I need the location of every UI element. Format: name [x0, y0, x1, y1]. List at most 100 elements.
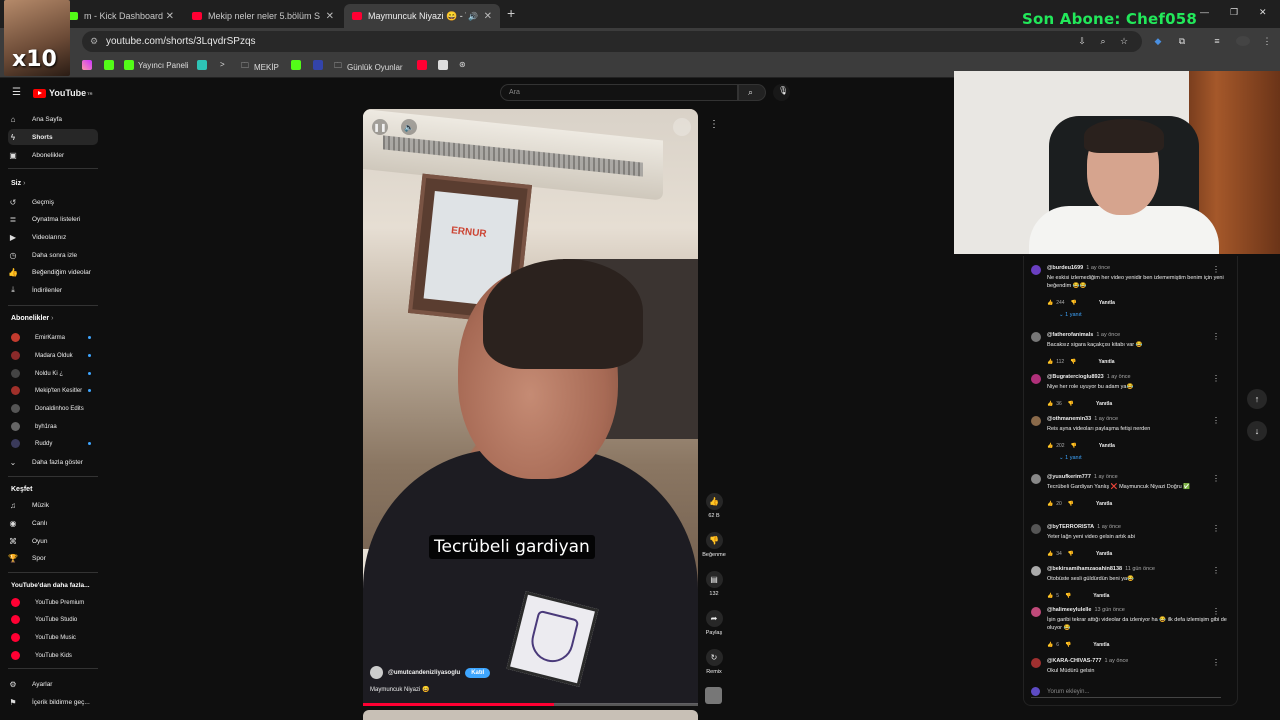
comment-options-icon[interactable]: ⋮	[1212, 607, 1220, 616]
comment-options-icon[interactable]: ⋮	[1212, 374, 1220, 383]
search-input[interactable]: Ara	[500, 84, 738, 101]
comment-like-icon[interactable]: 👍	[1047, 551, 1053, 557]
comment-dislike-icon[interactable]: 👎	[1071, 443, 1077, 449]
extension-icon[interactable]: ◆	[1153, 36, 1163, 46]
sidebar-item-youtube-kids[interactable]: YouTube Kids	[8, 648, 98, 663]
channel-avatar[interactable]	[370, 666, 383, 679]
commenter-avatar[interactable]	[1031, 265, 1041, 275]
comment-like-icon[interactable]: 👍	[1047, 443, 1053, 449]
comment-author[interactable]: @burdeu1699	[1047, 265, 1083, 271]
comment-like-icon[interactable]: 👍	[1047, 300, 1053, 306]
search-button[interactable]: ⌕	[738, 84, 766, 101]
volume-button[interactable]: 🔈	[401, 119, 417, 135]
subscription-item[interactable]: Donaldinhoo Edits	[8, 401, 98, 416]
join-button[interactable]: Katıl	[465, 667, 491, 678]
comment-reply-button[interactable]: Yanıtla	[1093, 642, 1109, 648]
commenter-avatar[interactable]	[1031, 374, 1041, 384]
chatgpt-bookmark-icon[interactable]: ⊛	[459, 60, 466, 69]
comment-options-icon[interactable]: ⋮	[1212, 332, 1220, 341]
close-tab-icon[interactable]: ✕	[484, 11, 492, 22]
sidebar-item-settings[interactable]: ⚙ Ayarlar	[8, 676, 98, 692]
close-tab-icon[interactable]: ✕	[326, 11, 334, 22]
comment-author[interactable]: @KARA-CHIVAS-777	[1047, 658, 1101, 664]
comment-reply-button[interactable]: Yanıtla	[1096, 551, 1112, 557]
channel-name[interactable]: @umutcandenizliyasoglu	[388, 670, 460, 676]
share-button[interactable]: ➦ Paylaş	[699, 610, 729, 636]
shorts-video-player[interactable]: ERNUR	[363, 109, 698, 704]
extensions-puzzle-icon[interactable]: ⧉	[1177, 36, 1187, 46]
subscription-item[interactable]: EmirKarma	[8, 330, 98, 345]
comment-dislike-icon[interactable]: 👎	[1065, 642, 1071, 648]
sidebar-item-playlists[interactable]: ≣ Oynatma listeleri	[8, 211, 98, 227]
sidebar-section-subscriptions[interactable]: Abonelikler ›	[11, 315, 53, 322]
tab-search-icon[interactable]: ≡	[1212, 36, 1222, 46]
tab-mekip[interactable]: Mekip neler neler 5.bölüm Sap ✕	[184, 4, 342, 28]
comment-options-icon[interactable]: ⋮	[1212, 265, 1220, 274]
comment-time[interactable]: 1 ay önce	[1097, 524, 1121, 530]
comment-like-icon[interactable]: 👍	[1047, 593, 1053, 599]
comment-time[interactable]: 11 gün önce	[1125, 566, 1155, 572]
comment-dislike-icon[interactable]: 👎	[1071, 300, 1077, 306]
subscription-item[interactable]: Mekip'ten Kesitler	[8, 383, 98, 398]
previous-short-button[interactable]: ↑	[1247, 389, 1267, 409]
subscription-item[interactable]: Noldu Ki ¿	[8, 366, 98, 381]
comment-like-icon[interactable]: 👍	[1047, 359, 1053, 365]
sidebar-item-your-videos[interactable]: ▶ Videolarınız	[8, 229, 98, 245]
kick-bookmark-icon[interactable]	[104, 60, 118, 70]
voice-search-button[interactable]: 🎙	[773, 84, 790, 101]
comment-like-icon[interactable]: 👍	[1047, 401, 1053, 407]
comment-like-icon[interactable]: 👍	[1047, 642, 1053, 648]
comment-reply-button[interactable]: Yanıtla	[1099, 443, 1115, 449]
comment-reply-button[interactable]: Yanıtla	[1099, 300, 1115, 306]
remix-button[interactable]: ↻ Remix	[699, 649, 729, 675]
comment-reply-button[interactable]: Yanıtla	[1096, 501, 1112, 507]
subscription-item[interactable]: Madara Olduk	[8, 348, 98, 363]
app-bookmark-icon[interactable]	[197, 60, 211, 70]
zoom-icon[interactable]: ⌕	[1098, 36, 1108, 46]
comment-options-icon[interactable]: ⋮	[1212, 474, 1220, 483]
sidebar-item-music[interactable]: ♫ Müzik	[8, 497, 98, 513]
kick-bookmark-icon[interactable]	[291, 60, 305, 70]
comment-dislike-icon[interactable]: 👎	[1065, 593, 1071, 599]
comment-options-icon[interactable]: ⋮	[1212, 658, 1220, 667]
comment-time[interactable]: 1 ay önce	[1107, 374, 1131, 380]
comment-options-icon[interactable]: ⋮	[1212, 566, 1220, 575]
view-replies-button[interactable]: ⌄ 1 yanıt	[1059, 455, 1082, 461]
sidebar-section-you[interactable]: Siz ›	[11, 180, 25, 187]
comment-time[interactable]: 1 ay önce	[1094, 416, 1118, 422]
bookmark-star-icon[interactable]: ☆	[1119, 36, 1129, 46]
commenter-avatar[interactable]	[1031, 566, 1041, 576]
app-bookmark-icon[interactable]	[438, 60, 452, 70]
comment-author[interactable]: @yusufkerim777	[1047, 474, 1091, 480]
commenter-avatar[interactable]	[1031, 474, 1041, 484]
sidebar-item-history[interactable]: ↺ Geçmiş	[8, 194, 98, 210]
sidebar-item-report-history[interactable]: ⚑ İçerik bildirme geç...	[8, 694, 98, 710]
minimize-icon[interactable]: —	[1200, 7, 1209, 17]
show-more-button[interactable]: ⌄ Daha fazla göster	[8, 454, 98, 470]
sidebar-item-downloads[interactable]: ⤓ İndirilenler	[8, 282, 98, 298]
like-button[interactable]: 👍 62 B	[699, 493, 729, 519]
close-window-icon[interactable]: ✕	[1259, 7, 1267, 18]
comment-dislike-icon[interactable]: 👎	[1068, 401, 1074, 407]
bookmark-folder-gunluk-oyunlar[interactable]: 🗀 Günlük Oyunlar	[334, 60, 403, 74]
youtube-bookmark-icon[interactable]	[417, 60, 431, 70]
sidebar-item-home[interactable]: ⌂ Ana Sayfa	[8, 111, 98, 127]
chevron-bookmark-icon[interactable]: >	[220, 60, 225, 69]
sidebar-item-subscriptions[interactable]: ▣ Abonelikler	[8, 147, 98, 163]
comment-options-icon[interactable]: ⋮	[1212, 416, 1220, 425]
tab-maymuncuk-active[interactable]: Maymuncuk Niyazi 😄 - Yo 🔊 ✕	[344, 4, 500, 28]
commenter-avatar[interactable]	[1031, 524, 1041, 534]
comment-author[interactable]: @byTERRORISTA	[1047, 524, 1094, 530]
bookmark-folder-mekip[interactable]: 🗀 MEKİP	[241, 60, 279, 74]
site-info-icon[interactable]: ⚙	[90, 36, 98, 47]
address-bar[interactable]: ⚙ youtube.com/shorts/3LqvdrSPzqs	[82, 31, 1142, 52]
comment-author[interactable]: @halimeeylulelle	[1047, 607, 1092, 613]
sidebar-item-liked[interactable]: 👍 Beğendiğim videolar	[8, 264, 98, 280]
sidebar-item-live[interactable]: ◉ Canlı	[8, 515, 98, 531]
hamburger-menu-icon[interactable]: ☰	[12, 87, 21, 98]
comment-dislike-icon[interactable]: 👎	[1068, 551, 1074, 557]
sidebar-item-youtube-premium[interactable]: YouTube Premium	[8, 595, 98, 610]
comment-time[interactable]: 1 ay önce	[1094, 474, 1118, 480]
comment-like-icon[interactable]: 👍	[1047, 501, 1053, 507]
tab-kick-dashboard[interactable]: m - Kick Dashboard ✕	[60, 4, 182, 28]
